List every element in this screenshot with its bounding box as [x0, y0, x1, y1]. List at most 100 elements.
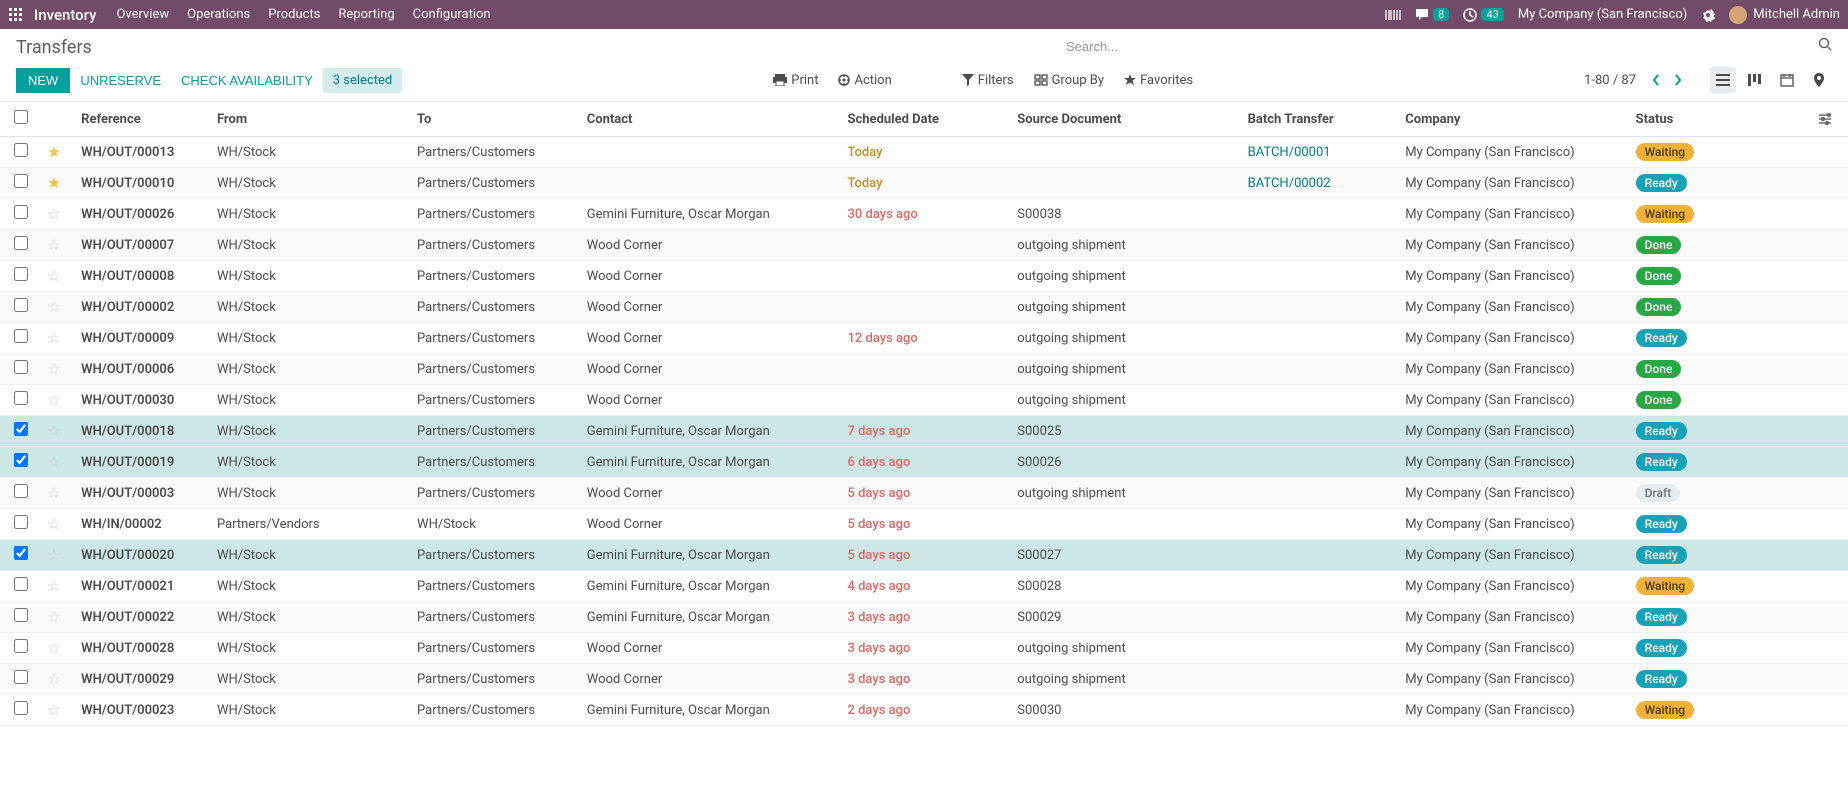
messages-icon[interactable]: 8: [1415, 8, 1449, 22]
table-row[interactable]: ★WH/OUT/00013WH/StockPartners/CustomersT…: [0, 137, 1848, 168]
table-row[interactable]: ★WH/OUT/00010WH/StockPartners/CustomersT…: [0, 168, 1848, 199]
col-status[interactable]: Status: [1630, 102, 1812, 137]
row-checkbox[interactable]: [14, 453, 28, 467]
row-checkbox[interactable]: [14, 205, 28, 219]
priority-star[interactable]: ☆: [47, 329, 60, 347]
priority-star[interactable]: ☆: [47, 515, 60, 533]
nav-products[interactable]: Products: [268, 7, 320, 22]
barcode-icon[interactable]: [1385, 9, 1401, 21]
priority-star[interactable]: ☆: [47, 639, 60, 657]
batch-link[interactable]: BATCH/00001: [1248, 145, 1331, 160]
row-checkbox[interactable]: [14, 236, 28, 250]
priority-star[interactable]: ★: [47, 174, 60, 192]
search-input[interactable]: [1062, 35, 1832, 59]
row-checkbox[interactable]: [14, 329, 28, 343]
apps-icon[interactable]: [8, 7, 24, 23]
company-switcher[interactable]: My Company (San Francisco): [1518, 7, 1687, 22]
select-all-checkbox[interactable]: [14, 110, 28, 124]
priority-star[interactable]: ★: [47, 143, 60, 161]
selection-count[interactable]: 3 selected: [323, 68, 402, 93]
table-row[interactable]: ☆WH/OUT/00018WH/StockPartners/CustomersG…: [0, 416, 1848, 447]
priority-star[interactable]: ☆: [47, 391, 60, 409]
table-row[interactable]: ☆WH/OUT/00007WH/StockPartners/CustomersW…: [0, 230, 1848, 261]
app-brand[interactable]: Inventory: [34, 6, 96, 24]
row-checkbox[interactable]: [14, 391, 28, 405]
groupby-dropdown[interactable]: Group By: [1034, 73, 1105, 88]
col-scheduled-date[interactable]: Scheduled Date: [841, 102, 1011, 137]
table-row[interactable]: ☆WH/OUT/00028WH/StockPartners/CustomersW…: [0, 633, 1848, 664]
priority-star[interactable]: ☆: [47, 670, 60, 688]
table-row[interactable]: ☆WH/OUT/00026WH/StockPartners/CustomersG…: [0, 199, 1848, 230]
filters-dropdown[interactable]: Filters: [962, 73, 1014, 88]
priority-star[interactable]: ☆: [47, 484, 60, 502]
col-company[interactable]: Company: [1399, 102, 1629, 137]
table-row[interactable]: ☆WH/IN/00002Partners/VendorsWH/StockWood…: [0, 509, 1848, 540]
view-map-button[interactable]: [1806, 67, 1832, 93]
row-checkbox[interactable]: [14, 174, 28, 188]
row-checkbox[interactable]: [14, 422, 28, 436]
row-checkbox[interactable]: [14, 577, 28, 591]
col-batch-transfer[interactable]: Batch Transfer: [1242, 102, 1400, 137]
nav-reporting[interactable]: Reporting: [338, 7, 394, 22]
table-row[interactable]: ☆WH/OUT/00019WH/StockPartners/CustomersG…: [0, 447, 1848, 478]
table-row[interactable]: ☆WH/OUT/00030WH/StockPartners/CustomersW…: [0, 385, 1848, 416]
nav-overview[interactable]: Overview: [116, 7, 169, 22]
row-checkbox[interactable]: [14, 608, 28, 622]
action-dropdown[interactable]: Action: [838, 73, 891, 88]
batch-link[interactable]: BATCH/00002: [1248, 176, 1331, 191]
settings-icon[interactable]: [1701, 8, 1715, 22]
table-row[interactable]: ☆WH/OUT/00022WH/StockPartners/CustomersG…: [0, 602, 1848, 633]
view-kanban-button[interactable]: [1742, 67, 1768, 93]
table-row[interactable]: ☆WH/OUT/00006WH/StockPartners/CustomersW…: [0, 354, 1848, 385]
favorites-dropdown[interactable]: Favorites: [1124, 73, 1193, 88]
row-checkbox[interactable]: [14, 143, 28, 157]
table-row[interactable]: ☆WH/OUT/00023WH/StockPartners/CustomersG…: [0, 695, 1848, 726]
row-checkbox[interactable]: [14, 639, 28, 653]
row-checkbox[interactable]: [14, 515, 28, 529]
priority-star[interactable]: ☆: [47, 546, 60, 564]
view-list-button[interactable]: [1710, 67, 1736, 93]
optional-columns-icon[interactable]: [1818, 113, 1842, 125]
new-button[interactable]: NEW: [16, 68, 70, 93]
col-to[interactable]: To: [411, 102, 581, 137]
check-availability-button[interactable]: CHECK AVAILABILITY: [171, 68, 323, 93]
table-row[interactable]: ☆WH/OUT/00021WH/StockPartners/CustomersG…: [0, 571, 1848, 602]
table-row[interactable]: ☆WH/OUT/00008WH/StockPartners/CustomersW…: [0, 261, 1848, 292]
table-row[interactable]: ☆WH/OUT/00002WH/StockPartners/CustomersW…: [0, 292, 1848, 323]
pager-text[interactable]: 1-80 / 87: [1584, 73, 1636, 88]
row-checkbox[interactable]: [14, 701, 28, 715]
priority-star[interactable]: ☆: [47, 360, 60, 378]
table-row[interactable]: ☆WH/OUT/00009WH/StockPartners/CustomersW…: [0, 323, 1848, 354]
print-dropdown[interactable]: Print: [773, 73, 818, 88]
priority-star[interactable]: ☆: [47, 701, 60, 719]
priority-star[interactable]: ☆: [47, 577, 60, 595]
table-row[interactable]: ☆WH/OUT/00020WH/StockPartners/CustomersG…: [0, 540, 1848, 571]
priority-star[interactable]: ☆: [47, 236, 60, 254]
col-source-document[interactable]: Source Document: [1011, 102, 1241, 137]
search-icon[interactable]: [1818, 37, 1832, 51]
col-from[interactable]: From: [211, 102, 411, 137]
col-reference[interactable]: Reference: [75, 102, 211, 137]
table-row[interactable]: ☆WH/OUT/00003WH/StockPartners/CustomersW…: [0, 478, 1848, 509]
col-contact[interactable]: Contact: [581, 102, 842, 137]
view-calendar-button[interactable]: [1774, 67, 1800, 93]
priority-star[interactable]: ☆: [47, 298, 60, 316]
row-checkbox[interactable]: [14, 360, 28, 374]
priority-star[interactable]: ☆: [47, 205, 60, 223]
row-checkbox[interactable]: [14, 670, 28, 684]
user-menu[interactable]: Mitchell Admin: [1729, 6, 1840, 24]
priority-star[interactable]: ☆: [47, 453, 60, 471]
row-checkbox[interactable]: [14, 546, 28, 560]
row-checkbox[interactable]: [14, 298, 28, 312]
row-checkbox[interactable]: [14, 267, 28, 281]
table-row[interactable]: ☆WH/OUT/00029WH/StockPartners/CustomersW…: [0, 664, 1848, 695]
nav-operations[interactable]: Operations: [187, 7, 250, 22]
priority-star[interactable]: ☆: [47, 422, 60, 440]
nav-configuration[interactable]: Configuration: [413, 7, 491, 22]
row-checkbox[interactable]: [14, 484, 28, 498]
priority-star[interactable]: ☆: [47, 267, 60, 285]
pager-next[interactable]: [1670, 74, 1686, 86]
unreserve-button[interactable]: UNRESERVE: [70, 68, 171, 93]
activities-icon[interactable]: 43: [1463, 8, 1503, 22]
priority-star[interactable]: ☆: [47, 608, 60, 626]
